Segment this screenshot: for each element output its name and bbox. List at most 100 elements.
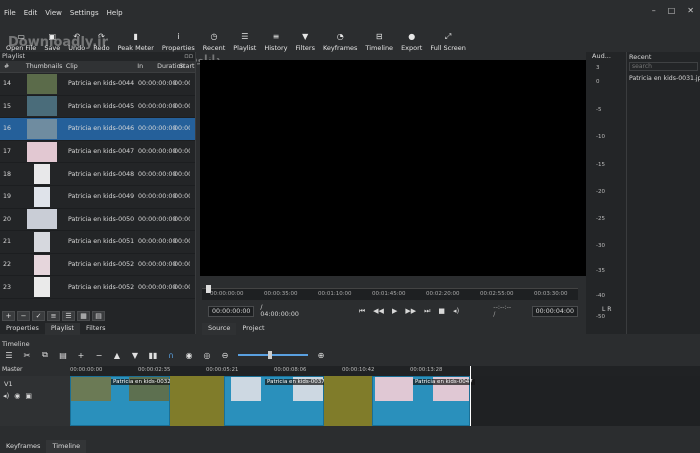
remove-icon[interactable]: − [17,311,30,321]
row-number: 23 [3,283,12,291]
redo-button[interactable]: ↷ Redo [89,28,113,53]
float-icon[interactable]: ▫▫ [184,52,193,61]
playlist-row[interactable]: 22 Patricia en kids-0052.jpg 00:00:00:0000… [0,254,195,277]
tab-timeline[interactable]: Timeline [46,440,87,453]
skip-next-icon[interactable]: ⏭ [424,307,430,316]
keyframes-button[interactable]: ◔ Keyframes [319,28,361,53]
timeline-clip[interactable]: Patricia en kids-0047 [372,376,475,426]
history-button[interactable]: ≡ History [260,28,291,53]
copy-icon[interactable]: ⧉ [40,350,50,360]
remove-icon[interactable]: − [94,351,104,360]
scrub-icon[interactable]: ◉ [184,351,194,360]
row-duration: 00:00:00:00 [138,193,177,201]
blank-region[interactable] [170,376,224,426]
tab-source[interactable]: Source [202,323,237,335]
recent-button[interactable]: ◷ Recent [199,28,229,53]
close-icon[interactable]: ✕ [687,6,694,15]
properties-button[interactable]: i Properties [158,28,199,53]
paste-icon[interactable]: ▤ [58,351,68,360]
source-ruler[interactable]: 00:00:00:00 00:00:35:00 00:01:10:00 00:0… [202,285,578,300]
peak-meter-button[interactable]: ▮ Peak Meter [114,28,158,53]
col-in[interactable]: In [133,63,153,70]
menu-settings[interactable]: Settings [70,9,99,17]
stop-icon[interactable]: ■ [438,307,445,316]
row-number: 20 [3,215,12,223]
timeline-button[interactable]: ⊟ Timeline [361,28,397,53]
tab-filters[interactable]: Filters [80,323,111,335]
out-timecode[interactable]: 00:00:04:00 [531,305,578,317]
filters-button[interactable]: ▼ Filters [291,28,318,53]
overwrite-icon[interactable]: ▼ [130,351,140,360]
ripple-icon[interactable]: ◎ [202,351,212,360]
icons-view-icon[interactable]: ▤ [92,311,105,321]
split-icon[interactable]: ▮▮ [148,351,158,360]
tiles-view-icon[interactable]: ▦ [77,311,90,321]
undo-button[interactable]: ↶ Undo [64,28,89,53]
thumbnail-image [27,118,57,139]
playlist-row[interactable]: 21 Patricia en kids-0051.jpg 00:00:00:0000… [0,231,195,254]
tab-properties[interactable]: Properties [0,323,45,335]
volume-icon[interactable]: ◂) [453,307,459,316]
playlist-row[interactable]: 14 Patricia en kids-0044.jpg 00:00:00:0000… [0,73,195,96]
eye-icon[interactable]: ◉ [14,392,20,400]
zoom-slider-handle[interactable] [268,351,272,359]
lift-icon[interactable]: ▲ [112,351,122,360]
menu-file[interactable]: File [4,9,16,17]
mute-icon[interactable]: ◂) [3,392,9,400]
tab-playlist[interactable]: Playlist [44,323,80,335]
playlist-row[interactable]: 17 Patricia en kids-0047.jpg 00:00:00:0000… [0,141,195,164]
maximize-icon[interactable]: □ [668,6,676,15]
lock-icon[interactable]: ▣ [25,392,32,400]
fast-forward-icon[interactable]: ▶▶ [405,307,416,316]
menu-icon[interactable]: ☰ [4,351,14,360]
details-view-icon[interactable]: ☰ [62,311,75,321]
timeline-toolbar: ☰ ✂ ⧉ ▤ + − ▲ ▼ ▮▮ ∩ ◉ ◎ ⊖ ⊕ [0,348,700,362]
col-duration[interactable]: Duration [153,63,184,70]
snap-icon[interactable]: ∩ [166,351,176,360]
timeline-clip[interactable]: Patricia en kids-0032 [70,376,173,426]
menu-edit[interactable]: Edit [24,9,38,17]
menu-view[interactable]: View [45,9,62,17]
timeline-ruler[interactable]: 00:00:00:00 00:00:02:35 00:00:05:21 00:0… [70,366,700,376]
rewind-icon[interactable]: ◀◀ [373,307,384,316]
tab-keyframes[interactable]: Keyframes [0,440,46,453]
position-timecode[interactable]: 00:00:00:00 [208,305,255,317]
col-thumbnails[interactable]: Thumbnails [22,63,63,70]
recent-search-input[interactable]: search [629,62,698,71]
playlist-row[interactable]: 15 Patricia en kids-0045.jpg 00:00:00:0000… [0,96,195,119]
tab-project[interactable]: Project [236,323,270,335]
open-file-button[interactable]: ▭ Open File [2,28,40,53]
menu-icon[interactable]: ≡ [47,311,60,321]
append-icon[interactable]: + [76,351,86,360]
col-num[interactable]: # [0,63,22,70]
zoom-slider[interactable] [238,351,308,359]
playlist-row[interactable]: 23 Patricia en kids-0052.tif 00:00:00:0000… [0,276,195,299]
video-viewer[interactable] [200,60,586,276]
timeline-clip[interactable]: Patricia en kids-0037 [224,376,327,426]
check-icon[interactable]: ✓ [32,311,45,321]
recent-item[interactable]: Patricia en kids-0031.jpg [627,71,700,86]
col-start[interactable]: Start [175,63,195,70]
playlist-row[interactable]: 18 Patricia en kids-0048.jpg 00:00:00:0000… [0,163,195,186]
track-header-v1[interactable]: V1 ◂) ◉ ▣ [0,376,70,426]
save-button[interactable]: ▣ Save [40,28,64,53]
playlist-row[interactable]: 20 Patricia en kids-0050.jpg 00:00:00:0000… [0,209,195,232]
add-icon[interactable]: + [2,311,15,321]
blank-region[interactable] [324,376,372,426]
track-area-v1[interactable]: Patricia en kids-0032 Patricia en kids-0… [70,376,700,426]
cut-icon[interactable]: ✂ [22,351,32,360]
play-icon[interactable]: ▶ [392,307,397,316]
playlist-row[interactable]: 16 Patricia en kids-0046.jpg 00:00:00:0000… [0,118,195,141]
menu-help[interactable]: Help [107,9,123,17]
playlist-row[interactable]: 19 Patricia en kids-0049.jpg 00:00:00:0000… [0,186,195,209]
minimize-icon[interactable]: – [652,6,656,15]
skip-previous-icon[interactable]: ⏮ [359,307,365,316]
timeline-playhead[interactable] [470,366,471,426]
export-button[interactable]: ● Export [397,28,426,53]
col-clip[interactable]: Clip [62,63,133,70]
playlist-button[interactable]: ☰ Playlist [229,28,260,53]
menu-bar: File Edit View Settings Help – □ ✕ [0,0,700,26]
zoom-in-icon[interactable]: ⊕ [316,351,326,360]
full-screen-button[interactable]: ⤢ Full Screen [426,28,470,53]
zoom-out-icon[interactable]: ⊖ [220,351,230,360]
